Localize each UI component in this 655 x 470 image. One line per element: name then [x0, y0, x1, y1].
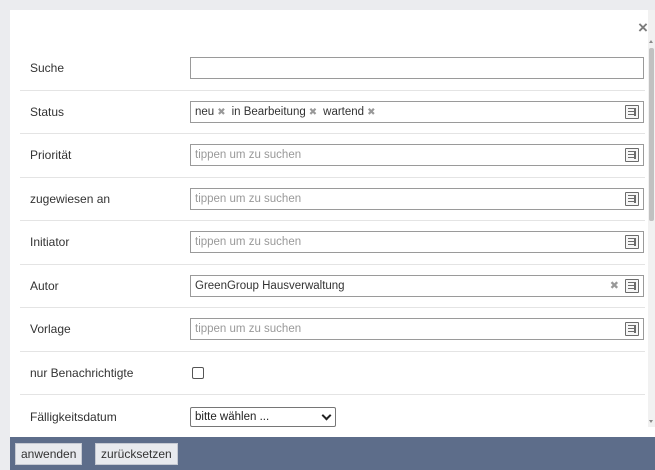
status-tag: in Bearbeitung ✖ [231, 105, 318, 118]
remove-tag-icon[interactable]: ✖ [367, 107, 375, 118]
prioritaet-placeholder: tippen um zu suchen [195, 149, 302, 162]
prioritaet-label: Priorität [30, 148, 72, 163]
list-picker-icon[interactable] [625, 191, 639, 206]
status-label: Status [30, 104, 65, 119]
scrollbar-thumb[interactable] [649, 48, 654, 221]
list-picker-icon[interactable] [625, 322, 639, 337]
list-picker-icon[interactable] [625, 235, 639, 250]
suche-label: Suche [30, 61, 65, 76]
initiator-input[interactable]: tippen um zu suchen [190, 231, 644, 254]
faelligkeit-selected: bitte wählen ... [195, 410, 270, 423]
vorlage-placeholder: tippen um zu suchen [195, 323, 302, 336]
apply-button[interactable]: anwenden [15, 443, 83, 465]
vorlage-label: Vorlage [30, 322, 71, 337]
clear-icon[interactable]: ✖ [610, 279, 619, 293]
scroll-down-icon[interactable] [649, 420, 653, 423]
prioritaet-input[interactable]: tippen um zu suchen [190, 144, 644, 167]
chevron-down-icon [322, 412, 331, 421]
zugewiesen-placeholder: tippen um zu suchen [195, 192, 302, 205]
vorlage-input[interactable]: tippen um zu suchen [190, 318, 644, 341]
filter-dialog: × Suche Status neu ✖ in Bearbeitung ✖ wart… [10, 10, 655, 470]
status-multiselect[interactable]: neu ✖ in Bearbeitung ✖ wartend ✖ [190, 100, 644, 123]
autor-value: GreenGroup Hausverwaltung [195, 279, 345, 292]
list-picker-icon[interactable] [625, 104, 639, 119]
autor-input[interactable]: GreenGroup Hausverwaltung ✖ [190, 274, 644, 297]
status-tag: neu ✖ [195, 105, 226, 118]
row-zugewiesen: zugewiesen an tippen um zu suchen [20, 178, 645, 221]
faelligkeit-label: Fälligkeitsdatum [30, 409, 117, 424]
status-tag: wartend ✖ [323, 105, 376, 118]
list-picker-icon[interactable] [625, 278, 639, 293]
filter-rows: Suche Status neu ✖ in Bearbeitung ✖ warten… [20, 47, 645, 439]
autor-label: Autor [30, 278, 59, 293]
row-initiator: Initiator tippen um zu suchen [20, 221, 645, 265]
initiator-placeholder: tippen um zu suchen [195, 236, 302, 249]
zugewiesen-label: zugewiesen an [30, 191, 111, 206]
scrollbar[interactable] [648, 10, 655, 427]
remove-tag-icon[interactable]: ✖ [217, 107, 225, 118]
row-autor: Autor GreenGroup Hausverwaltung ✖ [20, 265, 645, 308]
benachrichtigte-label: nur Benachrichtigte [30, 365, 134, 380]
row-vorlage: Vorlage tippen um zu suchen [20, 308, 645, 352]
scroll-up-icon[interactable] [649, 40, 653, 43]
search-input[interactable] [190, 57, 644, 80]
initiator-label: Initiator [30, 235, 70, 250]
zugewiesen-input[interactable]: tippen um zu suchen [190, 187, 644, 210]
row-faelligkeit: Fälligkeitsdatum bitte wählen ... [20, 395, 645, 439]
row-benachrichtigte: nur Benachrichtigte [20, 352, 645, 395]
row-suche: Suche [20, 47, 645, 91]
list-picker-icon[interactable] [625, 148, 639, 163]
remove-tag-icon[interactable]: ✖ [309, 107, 317, 118]
dialog-footer: anwenden zurücksetzen [10, 437, 655, 470]
faelligkeit-select[interactable]: bitte wählen ... [190, 406, 336, 427]
row-prioritaet: Priorität tippen um zu suchen [20, 134, 645, 178]
benachrichtigte-checkbox[interactable] [192, 366, 204, 379]
reset-button[interactable]: zurücksetzen [95, 443, 178, 465]
row-status: Status neu ✖ in Bearbeitung ✖ wartend ✖ [20, 91, 645, 134]
